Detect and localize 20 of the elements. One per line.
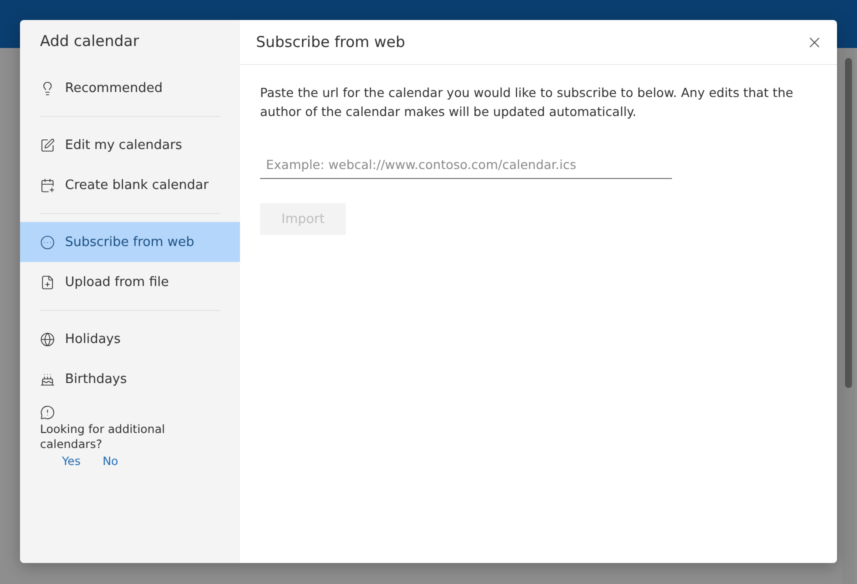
- panel-title: Subscribe from web: [256, 33, 406, 51]
- description: Paste the url for the calendar you would like to subscribe to below. Any edits that the author of the calendar makes will be updated automatically.: [260, 84, 794, 121]
- sidebar-title: Add calendar: [39, 32, 140, 52]
- sidebar-item[interactable]: Edit my calendars: [20, 125, 240, 165]
- calendar-plus-icon: [40, 178, 55, 192]
- sidebar-item[interactable]: Birthdays: [20, 359, 240, 399]
- sidebar-item[interactable]: Upload from file: [20, 262, 240, 302]
- feedback-link[interactable]: No: [102, 454, 118, 468]
- feedback-question: Looking for additional calendars?: [40, 422, 166, 452]
- speech-bubble-icon: [40, 405, 55, 420]
- file-plus-icon: [40, 274, 55, 290]
- sidebar-item[interactable]: Create blank calendar: [20, 165, 240, 205]
- feedback-link[interactable]: Yes: [62, 454, 81, 468]
- pen-icon: [40, 138, 55, 152]
- sidebar-item[interactable]: Holidays: [20, 319, 240, 359]
- sidebar-item[interactable]: Subscribe from web: [20, 222, 240, 262]
- sidebar-item[interactable]: Recommended: [20, 68, 240, 108]
- scrollbar[interactable]: [845, 58, 852, 388]
- circle-dots-icon: [40, 234, 55, 250]
- globe-icon: [40, 332, 55, 346]
